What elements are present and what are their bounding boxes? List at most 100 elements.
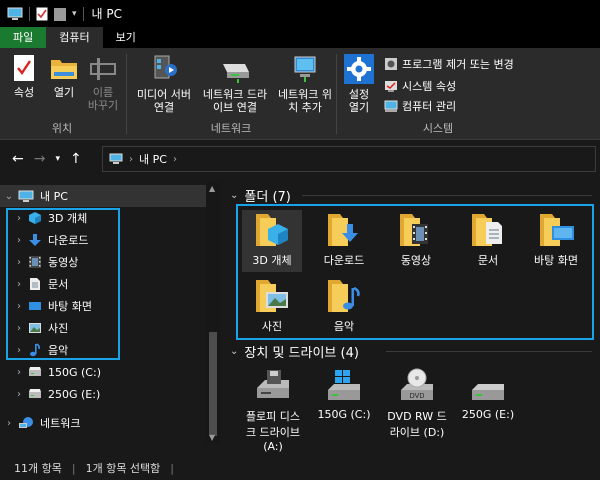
item-count: 11개 항목: [14, 462, 62, 475]
tab-view[interactable]: 보기: [103, 27, 149, 48]
section-collapse-chevron-icon[interactable]: ⌄: [230, 346, 238, 357]
drive-tile-e[interactable]: 250G (E:): [458, 368, 518, 421]
properties-button[interactable]: 속성: [8, 54, 40, 99]
uninstall-program-button[interactable]: 프로그램 제거 또는 변경: [384, 56, 514, 72]
scroll-up-icon[interactable]: ▲: [209, 184, 215, 193]
hard-drive-icon: [29, 389, 41, 398]
quick-access-toolbar: ▾: [7, 6, 84, 21]
rename-button[interactable]: 이름 바꾸기: [86, 54, 120, 112]
quick-access-dropdown-icon[interactable]: ▾: [72, 9, 77, 19]
folders-section-title: 폴더 (7): [244, 190, 291, 205]
network-location-button[interactable]: 네트워크 위치 추가: [276, 54, 334, 114]
navigation-buttons: ← → ▾ ↑: [0, 151, 102, 167]
system-drive-icon: [328, 370, 360, 400]
expand-chevron-icon[interactable]: ⌄: [4, 191, 14, 202]
devices-section-header[interactable]: ⌄ 장치 및 드라이브 (4): [230, 342, 359, 361]
open-settings-button[interactable]: 설정 열기: [342, 54, 376, 114]
drive-label: DVD RW 드라이브 (D:): [387, 410, 447, 439]
back-arrow-icon[interactable]: ←: [12, 151, 24, 167]
ribbon-tabs: 파일 컴퓨터 보기: [0, 27, 600, 48]
network-location-label: 네트워크 위치 추가: [277, 88, 333, 114]
folder-tile-videos[interactable]: 동영상: [386, 210, 446, 268]
system-properties-label: 시스템 속성: [402, 80, 457, 93]
drive-label: 250G (E:): [461, 408, 515, 421]
collapsed-chevron-icon[interactable]: ›: [4, 418, 14, 429]
pictures-folder-icon: [256, 280, 288, 312]
folder-label: 바탕 화면: [534, 254, 578, 267]
status-bar: 11개 항목 | 1개 항목 선택함 |: [0, 456, 600, 480]
folder-tile-desktop[interactable]: 바탕 화면: [524, 210, 588, 268]
properties-label: 속성: [13, 86, 35, 99]
settings-gear-icon: [344, 54, 374, 84]
folder-tile-pictures[interactable]: 사진: [242, 276, 302, 334]
scrollbar-thumb[interactable]: [209, 332, 217, 436]
videos-folder-icon: [400, 214, 428, 246]
scroll-down-icon[interactable]: ▼: [209, 433, 215, 442]
media-server-button[interactable]: 미디어 서버 연결: [132, 54, 196, 114]
breadcrumb-item[interactable]: 내 PC: [139, 151, 167, 167]
selected-count: 1개 항목 선택함: [85, 462, 161, 475]
uninstall-label: 프로그램 제거 또는 변경: [402, 58, 514, 71]
3d-objects-folder-icon: [256, 214, 288, 246]
system-properties-button[interactable]: 시스템 속성: [384, 78, 456, 94]
collapsed-chevron-icon[interactable]: ›: [14, 389, 24, 400]
devices-section-title: 장치 및 드라이브 (4): [244, 346, 359, 361]
breadcrumb-separator-icon[interactable]: ›: [129, 154, 133, 165]
new-folder-icon[interactable]: [54, 7, 66, 21]
nav-item-label: 250G (E:): [48, 387, 101, 401]
navigation-scrollbar[interactable]: ▲ ▼: [206, 182, 220, 444]
network-drive-button[interactable]: 네트워크 드라이브 연결: [198, 54, 272, 114]
collapsed-chevron-icon[interactable]: ›: [14, 367, 24, 378]
drive-tile-dvd-d[interactable]: DVD DVD RW 드라이브 (D:): [386, 368, 448, 440]
folder-label: 동영상: [400, 254, 432, 267]
group-location: 속성 열기 이름 바꾸기 위치: [0, 48, 124, 140]
network-icon: [19, 417, 33, 428]
nav-item-label: 150G (C:): [48, 365, 101, 379]
breadcrumb-separator-icon[interactable]: ›: [173, 154, 177, 165]
nav-item-label: 내 PC: [40, 190, 68, 203]
nav-item-network[interactable]: › 네트워크: [0, 412, 80, 434]
group-system-label: 시스템: [422, 122, 454, 135]
up-arrow-icon[interactable]: ↑: [70, 151, 82, 167]
hard-drive-icon: [472, 384, 504, 400]
open-button[interactable]: 열기: [48, 54, 80, 99]
folder-label: 사진: [261, 320, 283, 333]
nav-item-label: 네트워크: [40, 417, 81, 430]
computer-icon: [109, 153, 123, 164]
ribbon: 속성 열기 이름 바꾸기 위치 미디어 서버 연결 네트워크 드라이브 연결 네…: [0, 48, 600, 140]
group-system: 설정 열기 프로그램 제거 또는 변경 시스템 속성 컴퓨터 관리 시스템: [338, 48, 538, 140]
folder-label: 문서: [477, 254, 499, 267]
nav-item-drive-e[interactable]: › 250G (E:): [0, 383, 100, 405]
computer-icon: [18, 190, 34, 202]
folder-tile-3d-objects[interactable]: 3D 개체: [242, 210, 302, 272]
tab-file[interactable]: 파일: [0, 27, 47, 48]
folder-label: 3D 개체: [252, 254, 292, 267]
section-collapse-chevron-icon[interactable]: ⌄: [230, 190, 238, 201]
navigation-pane: ⌄ 내 PC › 3D 개체 › 다운로드 › 동영상 › 문서 › 바탕 화면…: [0, 182, 220, 456]
rename-label: 이름 바꾸기: [87, 86, 119, 112]
dvd-badge: DVD: [410, 393, 425, 400]
network-drive-label: 네트워크 드라이브 연결: [202, 88, 268, 114]
nav-item-drive-c[interactable]: › 150G (C:): [0, 361, 101, 383]
folder-tile-music[interactable]: 음악: [314, 276, 374, 334]
properties-check-icon[interactable]: [36, 7, 48, 21]
nav-item-this-pc[interactable]: ⌄ 내 PC: [0, 185, 206, 207]
forward-arrow-icon[interactable]: →: [34, 151, 46, 167]
title-bar: ▾ 내 PC: [0, 0, 600, 27]
system-properties-icon: [385, 81, 397, 92]
properties-icon: [14, 55, 34, 81]
tab-computer[interactable]: 컴퓨터: [46, 27, 103, 48]
computer-management-button[interactable]: 컴퓨터 관리: [384, 98, 456, 114]
drive-tile-floppy-a[interactable]: 플로피 디스크 드라이브 (A:): [242, 368, 304, 453]
music-folder-icon: [328, 280, 360, 312]
folders-section-header[interactable]: ⌄ 폴더 (7): [230, 186, 291, 205]
drive-label: 플로피 디스크 드라이브 (A:): [245, 410, 301, 453]
recent-dropdown-icon[interactable]: ▾: [55, 154, 60, 164]
hard-drive-icon: [29, 367, 41, 376]
breadcrumb[interactable]: › 내 PC ›: [102, 146, 596, 172]
folder-tile-documents[interactable]: 문서: [458, 210, 518, 268]
rename-icon: [90, 58, 116, 80]
folder-tile-downloads[interactable]: 다운로드: [314, 210, 374, 268]
media-server-icon: [154, 55, 177, 79]
drive-tile-c[interactable]: 150G (C:): [314, 368, 374, 421]
